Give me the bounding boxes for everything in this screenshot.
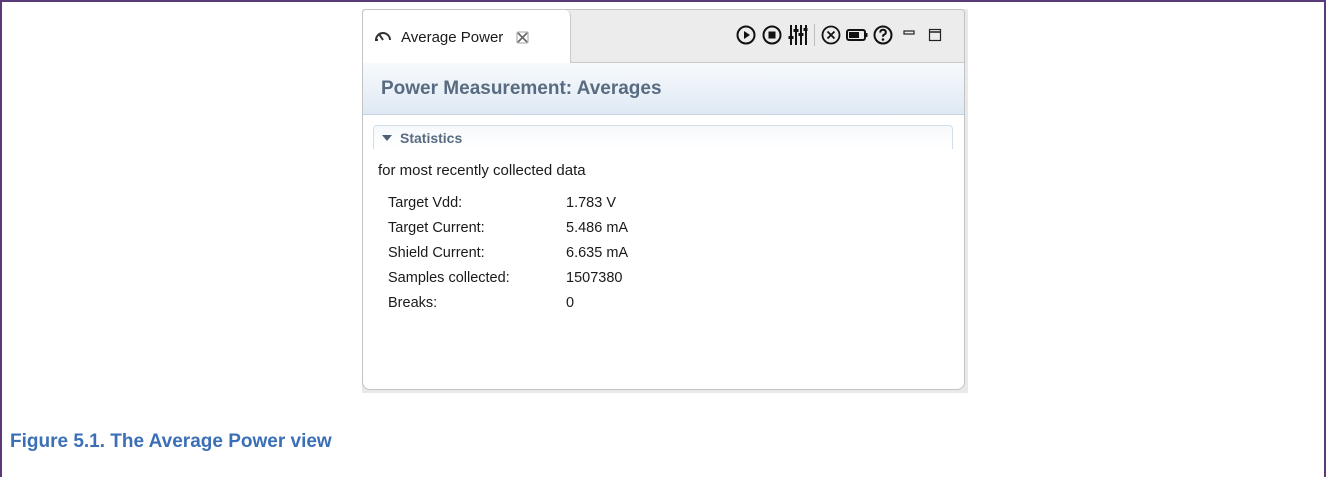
tab-average-power[interactable]: Average Power (363, 10, 571, 64)
view-tab-bar: Average Power (363, 10, 964, 64)
stat-value: 6.635 mA (566, 245, 629, 261)
power-gauge-icon (375, 32, 391, 41)
start-button[interactable] (735, 23, 757, 47)
stat-value: 1.783 V (566, 195, 616, 211)
form-header: Power Measurement: Averages (363, 63, 964, 115)
toolbar-separator (814, 24, 815, 46)
figure-caption: Figure 5.1. The Average Power view (10, 431, 332, 452)
expand-triangle-icon[interactable] (382, 134, 392, 142)
minimize-button[interactable] (898, 23, 920, 47)
minimize-icon (903, 30, 915, 35)
battery-icon (846, 29, 868, 41)
stat-value: 0 (566, 295, 575, 311)
clear-circle-icon (821, 25, 841, 45)
close-x-icon[interactable] (515, 30, 529, 44)
stop-circle-icon (762, 25, 782, 45)
maximize-button[interactable] (924, 23, 946, 47)
statistics-section-header[interactable]: Statistics (373, 125, 953, 149)
view-toolbar (735, 22, 946, 48)
help-circle-icon (873, 25, 893, 45)
stat-label: Breaks: (388, 295, 438, 311)
battery-button[interactable] (846, 23, 868, 47)
sliders-icon (788, 25, 808, 45)
play-circle-icon (736, 25, 756, 45)
maximize-icon (928, 28, 942, 42)
stat-label: Shield Current: (388, 245, 485, 261)
statistics-section: Statistics for most recently collected d… (373, 125, 953, 365)
stop-button[interactable] (761, 23, 783, 47)
page-title: Power Measurement: Averages (381, 78, 662, 99)
settings-button[interactable] (787, 23, 809, 47)
section-description: for most recently collected data (378, 162, 586, 179)
clear-button[interactable] (820, 23, 842, 47)
stat-value: 1507380 (566, 270, 623, 286)
section-title: Statistics (400, 129, 463, 146)
tab-label: Average Power (401, 28, 504, 46)
stat-label: Target Current: (388, 220, 485, 236)
stat-label: Samples collected: (388, 270, 510, 286)
average-power-view: Average Power Power Measurement: Average… (362, 9, 965, 390)
stat-label: Target Vdd: (388, 195, 463, 211)
average-power-screenshot: Average Power Power Measurement: Average… (362, 9, 968, 393)
stat-value: 5.486 mA (566, 220, 629, 236)
help-button[interactable] (872, 23, 894, 47)
